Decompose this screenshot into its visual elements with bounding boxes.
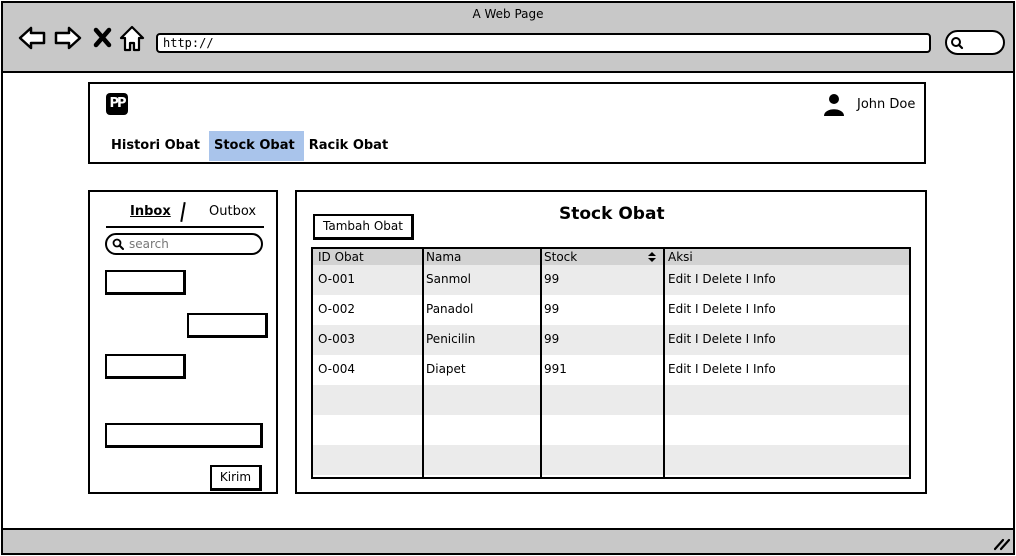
column-divider [540, 249, 542, 477]
cell-stock: 99 [544, 272, 560, 286]
status-bar [3, 528, 1013, 553]
tab-stock-obat[interactable]: Stock Obat [208, 131, 304, 161]
url-input[interactable]: http:// [156, 33, 931, 53]
cell-stock: 991 [544, 362, 567, 376]
cell-actions[interactable]: Edit I Delete I Info [668, 332, 776, 346]
browser-toolbar: A Web Page http:// [3, 3, 1013, 73]
table-row[interactable]: O-001 Sanmol 99 Edit I Delete I Info [313, 265, 909, 295]
message-sidebar: Inbox Outbox search Kirim [88, 190, 278, 494]
search-placeholder: search [129, 237, 169, 251]
column-header-stock[interactable]: Stock [544, 249, 577, 265]
table-header: ID Obat Nama Stock Aksi [313, 249, 909, 265]
search-icon [112, 238, 124, 250]
page-title: Stock Obat [559, 204, 665, 224]
cell-nama: Sanmol [426, 272, 471, 286]
browser-search-field[interactable] [945, 30, 1005, 55]
table-row[interactable]: O-004 Diapet 991 Edit I Delete I Info [313, 355, 909, 385]
cell-stock: 99 [544, 302, 560, 316]
send-button[interactable]: Kirim [210, 465, 262, 491]
cell-nama: Panadol [426, 302, 474, 316]
app-header: PP John Doe Histori Obat Stock Obat Raci… [88, 82, 926, 164]
cell-nama: Diapet [426, 362, 466, 376]
app-logo: PP [106, 93, 128, 115]
search-input[interactable]: search [105, 233, 263, 255]
home-icon[interactable] [117, 23, 147, 53]
window-title: A Web Page [472, 7, 544, 21]
tab-outbox[interactable]: Outbox [209, 204, 256, 219]
table-row[interactable]: O-003 Penicilin 99 Edit I Delete I Info [313, 325, 909, 355]
column-divider [663, 249, 665, 477]
table-row-empty [313, 445, 909, 475]
cell-id: O-003 [318, 332, 356, 346]
column-header-aksi[interactable]: Aksi [668, 249, 693, 265]
table-row-empty [313, 385, 909, 415]
cell-id: O-004 [318, 362, 356, 376]
back-arrow-icon[interactable] [17, 23, 47, 53]
search-icon [951, 37, 964, 50]
cell-id: O-002 [318, 302, 356, 316]
message-bubble-sent[interactable] [187, 313, 268, 338]
column-divider [422, 249, 424, 477]
stock-panel: Stock Obat Tambah Obat ID Obat Nama Stoc… [295, 190, 927, 494]
forward-arrow-icon[interactable] [53, 23, 83, 53]
cell-actions[interactable]: Edit I Delete I Info [668, 302, 776, 316]
sort-icon[interactable] [647, 251, 657, 263]
add-medicine-button[interactable]: Tambah Obat [313, 214, 414, 240]
tab-histori-obat[interactable]: Histori Obat [106, 131, 209, 161]
message-bubble-received[interactable] [105, 354, 186, 379]
tab-inbox[interactable]: Inbox [130, 204, 171, 219]
tab-underline [106, 226, 264, 228]
cell-nama: Penicilin [426, 332, 476, 346]
table-row-empty [313, 415, 909, 445]
message-compose-input[interactable] [105, 423, 263, 448]
message-bubble-received[interactable] [105, 270, 186, 295]
stock-table: ID Obat Nama Stock Aksi O-001 Sanmol 99 … [311, 247, 911, 479]
cell-actions[interactable]: Edit I Delete I Info [668, 362, 776, 376]
tab-racik-obat[interactable]: Racik Obat [304, 131, 397, 161]
cell-id: O-001 [318, 272, 356, 286]
cell-actions[interactable]: Edit I Delete I Info [668, 272, 776, 286]
table-row[interactable]: O-002 Panadol 99 Edit I Delete I Info [313, 295, 909, 325]
user-icon[interactable] [823, 93, 845, 117]
column-header-nama[interactable]: Nama [426, 249, 461, 265]
tab-divider [180, 201, 186, 223]
cell-stock: 99 [544, 332, 560, 346]
column-header-id[interactable]: ID Obat [318, 249, 364, 265]
resize-grip-icon[interactable] [991, 535, 1011, 551]
user-name[interactable]: John Doe [857, 97, 915, 112]
main-nav-tabs: Histori Obat Stock Obat Racik Obat [106, 131, 397, 161]
